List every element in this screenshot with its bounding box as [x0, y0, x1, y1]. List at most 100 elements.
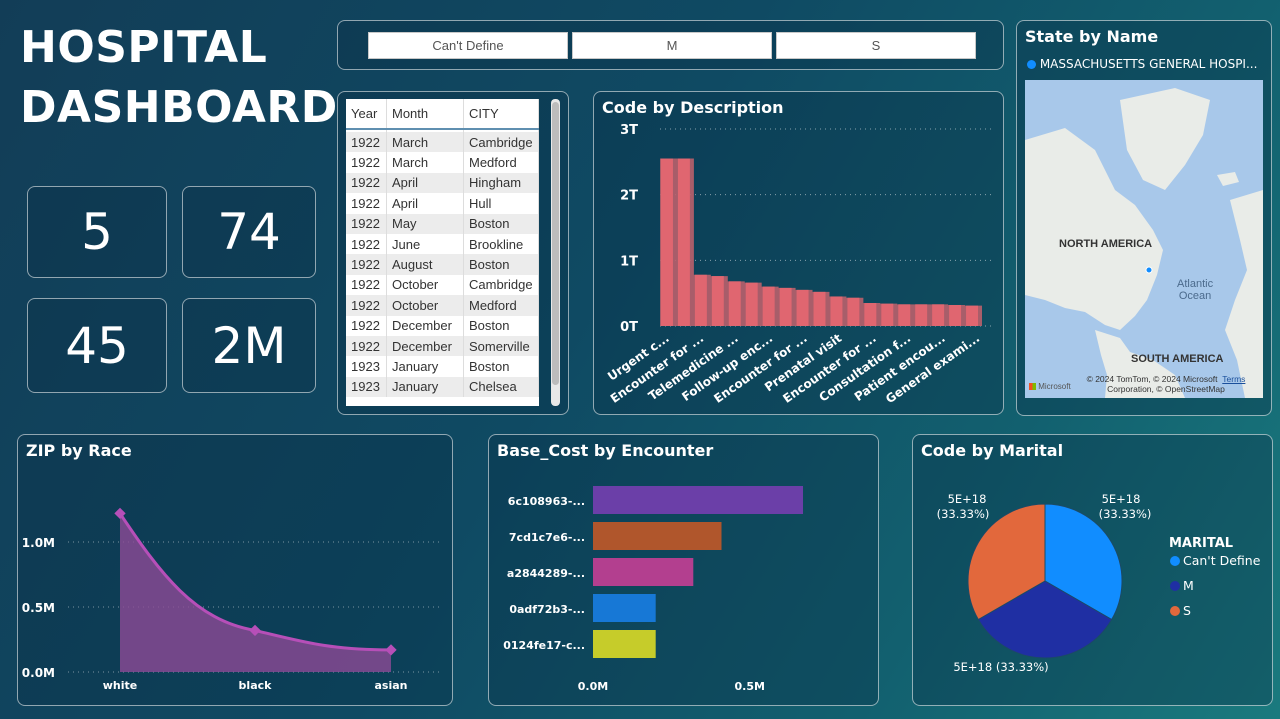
year-cell: 1922 [346, 315, 387, 336]
y-axis-tick-label: 1T [620, 254, 638, 269]
kpi-card-4: 2M [182, 298, 316, 393]
table-row[interactable]: 1922 December Somerville [346, 335, 539, 357]
legend-marker [1170, 556, 1180, 566]
bar [966, 305, 978, 326]
table-row[interactable]: 1922 October Cambridge [346, 274, 539, 296]
base-cost-chart: 6c108963-... 7cd1c7e6-... a2844289-... 0adf… [503, 486, 803, 693]
zip-by-race-chart: 0.0M 0.5M 1.0M white black asian [22, 507, 440, 692]
ocean-label-line-1: Atlantic [1177, 278, 1214, 290]
table-row[interactable]: 1923 January Chelsea [346, 376, 539, 398]
map-legend-item[interactable]: MASSACHUSETTS GENERAL HOSPI... [1027, 57, 1257, 71]
map-label-south-america: SOUTH AMERICA [1131, 353, 1224, 365]
column-header-city[interactable]: CITY [463, 99, 539, 130]
city-cell: Hull [463, 193, 539, 214]
x-axis-tick-label: asian [375, 679, 408, 692]
column-header-year[interactable]: Year [346, 99, 387, 130]
legend-label: Can't Define [1183, 553, 1261, 568]
month-cell: October [386, 295, 464, 316]
microsoft-logo-text: Microsoft [1038, 382, 1071, 391]
year-cell: 1923 [346, 376, 387, 398]
year-cell: 1922 [346, 295, 387, 316]
year-cell: 1922 [346, 233, 387, 255]
table-row[interactable]: 1922 August Boston [346, 254, 539, 275]
code-by-marital-panel: Code by Marital 5E+18 (33.33%) 5E+18 (33.33… [912, 434, 1273, 706]
bar [864, 303, 877, 326]
bar [881, 303, 894, 326]
city-cell: Chelsea [463, 376, 539, 398]
legend-label: M [1183, 578, 1194, 593]
table-row[interactable]: 1923 January Boston [346, 356, 539, 377]
city-cell: Boston [463, 213, 539, 234]
bar [694, 274, 707, 326]
code-by-marital-chart: 5E+18(33.33%)5E+18(33.33%)5E+18 (33.33%)… [937, 492, 1261, 674]
base-cost-panel: Base_Cost by Encounter 6c108963-... 7cd1c… [488, 434, 879, 706]
map-location-marker [1145, 266, 1153, 274]
y-axis-tick-label: 0T [620, 320, 638, 335]
kpi-value: 2M [211, 316, 287, 375]
bar [762, 286, 775, 326]
y-axis-tick-label: 0.5M [22, 601, 55, 615]
month-cell: December [386, 315, 464, 336]
data-table: Year Month CITY 1922 March Cambridge 1922 Ma… [346, 99, 539, 406]
year-month-city-table-panel: Year Month CITY 1922 March Cambridge 1922 Ma… [337, 91, 569, 415]
ocean-label-line-2: Ocean [1178, 290, 1212, 302]
code-by-description-chart: 0T1T2T3TUrgent c...Encounter for ...Tele… [605, 123, 994, 406]
table-row[interactable]: 1922 March Cambridge [346, 132, 539, 153]
map-canvas[interactable]: NORTH AMERICA SOUTH AMERICA Atlantic Oce… [1025, 80, 1263, 398]
column-header-month[interactable]: Month [386, 99, 464, 130]
month-cell: December [386, 335, 464, 357]
y-axis-tick-label: 0.0M [22, 666, 55, 680]
kpi-card-2: 74 [182, 186, 316, 278]
legend-dot-icon [1027, 60, 1036, 69]
attribution-text-2: Corporation, © OpenStreetMap [1107, 384, 1225, 394]
year-cell: 1922 [346, 213, 387, 234]
city-cell: Boston [463, 315, 539, 336]
scrollbar-thumb[interactable] [552, 102, 559, 385]
table-scrollbar[interactable] [551, 99, 560, 406]
table-row[interactable]: 1922 April Hull [346, 193, 539, 214]
y-axis-tick-label: a2844289-... [507, 567, 585, 580]
map-attribution: © 2024 TomTom, © 2024 Microsoft Terms Co… [1073, 374, 1259, 394]
legend-marker [1170, 606, 1180, 616]
city-cell: Brookline [463, 233, 539, 255]
table-row[interactable]: 1922 December Boston [346, 315, 539, 336]
bar [847, 297, 860, 326]
bar [796, 289, 809, 326]
table-row[interactable]: 1922 March Medford [346, 152, 539, 173]
data-label: 5E+18 [948, 492, 987, 506]
x-axis-tick-label: black [239, 679, 273, 692]
bar [949, 304, 962, 326]
month-cell: April [386, 172, 464, 194]
terms-link[interactable]: Terms [1222, 374, 1245, 384]
data-label: (33.33%) [937, 507, 990, 521]
bar [915, 304, 928, 326]
month-cell: January [386, 376, 464, 398]
year-cell: 1922 [346, 335, 387, 357]
bar [711, 276, 724, 326]
bar [830, 296, 843, 326]
data-label: 5E+18 [1102, 492, 1141, 506]
y-axis-tick-label: 2T [620, 189, 638, 204]
year-cell: 1922 [346, 152, 387, 173]
y-axis-tick-label: 7cd1c7e6-... [509, 531, 585, 544]
slicer-option-m[interactable]: M [572, 32, 772, 59]
greenland-shape [1120, 88, 1210, 190]
data-label: 5E+18 (33.33%) [953, 660, 1048, 674]
bar [745, 282, 758, 326]
table-row[interactable]: 1922 April Hingham [346, 172, 539, 194]
microsoft-logo-icon [1029, 383, 1036, 391]
bar [593, 522, 722, 550]
year-cell: 1922 [346, 274, 387, 296]
table-row[interactable]: 1922 October Medford [346, 295, 539, 316]
y-axis-tick-label: 6c108963-... [508, 495, 585, 508]
city-cell: Medford [463, 295, 539, 316]
table-row[interactable]: 1922 May Boston [346, 213, 539, 234]
table-row[interactable]: 1922 June Brookline [346, 233, 539, 255]
month-cell: August [386, 254, 464, 275]
slicer-option-s[interactable]: S [776, 32, 976, 59]
month-cell: June [386, 233, 464, 255]
month-cell: March [386, 152, 464, 173]
slicer-option-cant-define[interactable]: Can't Define [368, 32, 568, 59]
city-cell: Boston [463, 254, 539, 275]
kpi-value: 5 [81, 203, 113, 261]
